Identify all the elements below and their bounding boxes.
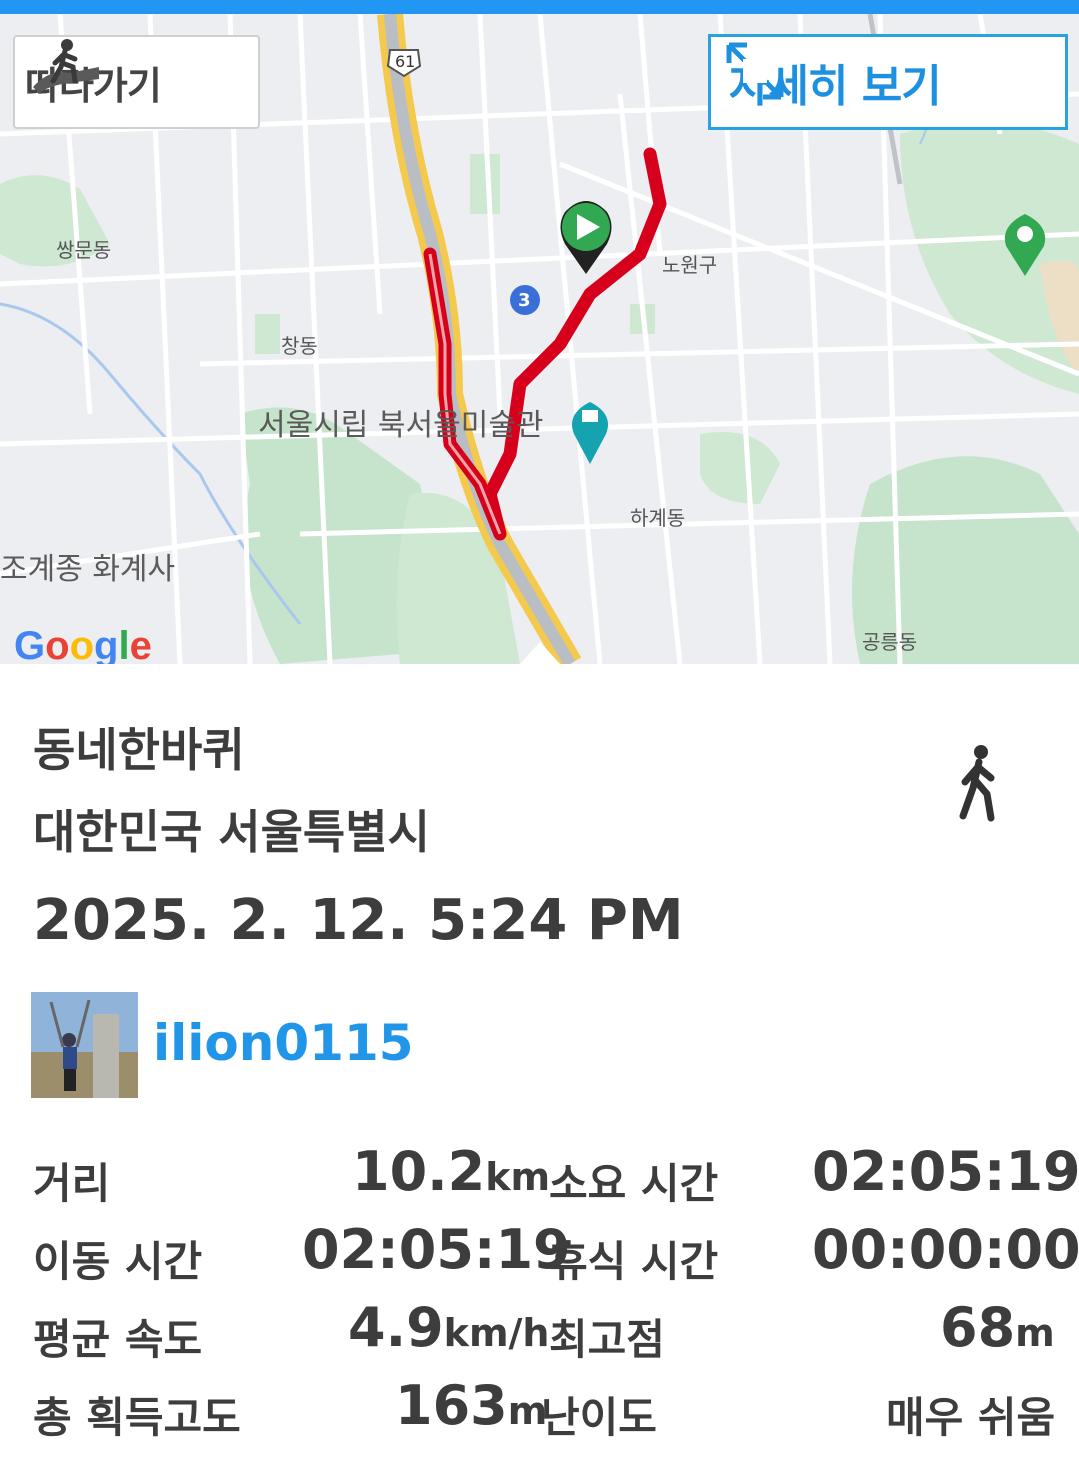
- map-label-museum[interactable]: 서울시립 북서울미술관: [258, 400, 544, 444]
- elevation-gain-value: 163m: [395, 1374, 548, 1437]
- follow-hiker-icon: [33, 39, 99, 93]
- elevation-gain-label: 총 획득고도: [33, 1393, 241, 1442]
- rest-time-label: 휴식 시간: [549, 1237, 719, 1286]
- username-link[interactable]: ilion0115: [153, 1014, 414, 1072]
- avatar-photo: [31, 992, 138, 1098]
- avg-speed-label: 평균 속도: [33, 1315, 203, 1364]
- google-logo: Google: [14, 624, 152, 664]
- moving-time-value: 02:05:19: [302, 1218, 571, 1281]
- avg-speed-value: 4.9km/h: [348, 1296, 550, 1359]
- difficulty-label: 난이도: [541, 1393, 657, 1442]
- map-label-gongneung: 공릉동: [862, 630, 918, 654]
- road-shield-label: 61: [395, 52, 416, 71]
- user-avatar[interactable]: [31, 992, 138, 1098]
- distance-value: 10.2km: [352, 1140, 551, 1203]
- route-map[interactable]: 61 3 쌍문동 노원구 창동 서울시립 북서울미술관 하계동 조계종 화계사 …: [0, 14, 1079, 664]
- difficulty-value: 매우 쉬움: [886, 1393, 1056, 1442]
- route-number-label: 3: [518, 290, 531, 311]
- route-title: 동네한바퀴: [33, 723, 245, 777]
- map-label-nowon: 노원구: [662, 253, 718, 277]
- duration-value: 02:05:19: [812, 1140, 1079, 1203]
- max-elevation-label: 최고점: [549, 1315, 665, 1364]
- map-label-temple[interactable]: 조계종 화계사: [0, 544, 175, 588]
- distance-label: 거리: [33, 1159, 111, 1208]
- expand-arrows-icon: [726, 42, 784, 100]
- map-label-chang: 창동: [281, 334, 318, 358]
- duration-label: 소요 시간: [549, 1159, 719, 1208]
- view-details-button[interactable]: 자세히 보기: [708, 34, 1068, 130]
- max-elevation-value: 68m: [940, 1296, 1055, 1359]
- rest-time-value: 00:00:00: [812, 1218, 1079, 1281]
- follow-button[interactable]: 따라가기: [13, 35, 260, 129]
- top-accent-bar: [0, 0, 1079, 14]
- route-location: 대한민국 서울특별시: [33, 805, 430, 859]
- walking-person-icon: [959, 745, 995, 822]
- map-label-hagye: 하계동: [630, 506, 686, 530]
- map-label-ssangmun: 쌍문동: [56, 238, 112, 262]
- route-datetime: 2025. 2. 12. 5:24 PM: [33, 888, 684, 953]
- moving-time-label: 이동 시간: [33, 1237, 203, 1286]
